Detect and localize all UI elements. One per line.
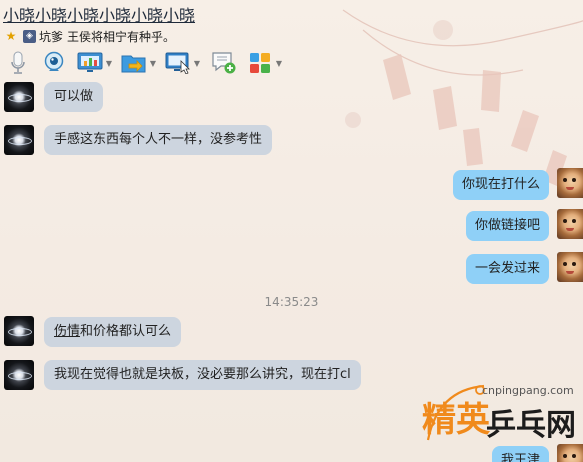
watermark-brand-left: 精英 bbox=[422, 400, 490, 440]
message-text: 一会发过来 bbox=[475, 261, 541, 276]
screen-share-icon bbox=[76, 50, 104, 76]
video-call-button[interactable] bbox=[40, 48, 68, 78]
chat-header: 小晓小晓小晓小晓小晓小晓 ★ ◈ 坑爹 王侯将相宁有种乎。 ▼ ▼ ▼ ▼ bbox=[0, 0, 583, 80]
avatar[interactable] bbox=[4, 125, 34, 155]
message-bubble[interactable]: 一会发过来 bbox=[466, 254, 550, 284]
message-bubble[interactable]: 手感这东西每个人不一样，没参考性 bbox=[44, 125, 273, 155]
signature-text: 王侯将相宁有种乎。 bbox=[67, 29, 176, 44]
send-file-icon bbox=[120, 50, 148, 76]
message-text: 和价格都认可么 bbox=[80, 324, 172, 339]
star-icon[interactable]: ★ bbox=[4, 29, 18, 43]
chevron-down-icon[interactable]: ▼ bbox=[148, 50, 158, 76]
remote-desktop-icon bbox=[164, 50, 192, 76]
new-message-icon bbox=[210, 50, 238, 76]
webcam-icon bbox=[40, 50, 68, 76]
message-bubble[interactable]: 伤情和价格都认可么 bbox=[44, 317, 182, 347]
contact-name-title[interactable]: 小晓小晓小晓小晓小晓小晓 bbox=[3, 2, 195, 26]
message-bubble[interactable]: 你做链接吧 bbox=[466, 211, 550, 241]
chevron-down-icon[interactable]: ▼ bbox=[274, 50, 284, 76]
message-bubble[interactable]: 你现在打什么 bbox=[453, 170, 550, 200]
watermark: cnpingpang.com 精英 乒乓网 bbox=[418, 380, 583, 462]
signature-badge-icon: ◈ bbox=[23, 29, 36, 43]
message-bubble[interactable]: 我现在觉得也就是块板，没必要那么讲究，现在打cl bbox=[44, 360, 361, 390]
send-file-button[interactable]: ▼ bbox=[120, 48, 158, 78]
message-timestamp: 14:35:23 bbox=[264, 295, 319, 309]
apps-icon bbox=[246, 50, 274, 76]
microphone-icon bbox=[4, 50, 32, 76]
send-sms-button[interactable] bbox=[210, 48, 238, 78]
avatar[interactable] bbox=[4, 82, 34, 112]
message-text: 我现在觉得也就是块板，没必要那么讲究，现在打cl bbox=[54, 367, 351, 382]
avatar[interactable] bbox=[557, 252, 583, 282]
chevron-down-icon[interactable]: ▼ bbox=[104, 50, 114, 76]
signature-row: ★ ◈ 坑爹 王侯将相宁有种乎。 bbox=[4, 28, 175, 44]
watermark-brand-right: 乒乓网 bbox=[486, 408, 576, 443]
chevron-down-icon[interactable]: ▼ bbox=[192, 50, 202, 76]
avatar[interactable] bbox=[557, 209, 583, 239]
screen-share-button[interactable]: ▼ bbox=[76, 48, 114, 78]
avatar[interactable] bbox=[4, 316, 34, 346]
signature-prefix: 坑爹 bbox=[39, 29, 64, 44]
message-text: 手感这东西每个人不一样，没参考性 bbox=[54, 132, 263, 147]
message-text: 你现在打什么 bbox=[462, 177, 541, 192]
toolbar: ▼ ▼ ▼ ▼ bbox=[0, 46, 284, 80]
message-bubble[interactable]: 可以做 bbox=[44, 82, 104, 112]
avatar[interactable] bbox=[4, 360, 34, 390]
remote-assist-button[interactable]: ▼ bbox=[164, 48, 202, 78]
message-text: 你做链接吧 bbox=[475, 218, 541, 233]
voice-call-button[interactable] bbox=[4, 48, 32, 78]
apps-button[interactable]: ▼ bbox=[246, 48, 284, 78]
watermark-url: cnpingpang.com bbox=[482, 384, 574, 397]
avatar[interactable] bbox=[557, 168, 583, 198]
message-text-underlined: 伤情 bbox=[54, 324, 81, 339]
message-text: 可以做 bbox=[54, 89, 94, 104]
